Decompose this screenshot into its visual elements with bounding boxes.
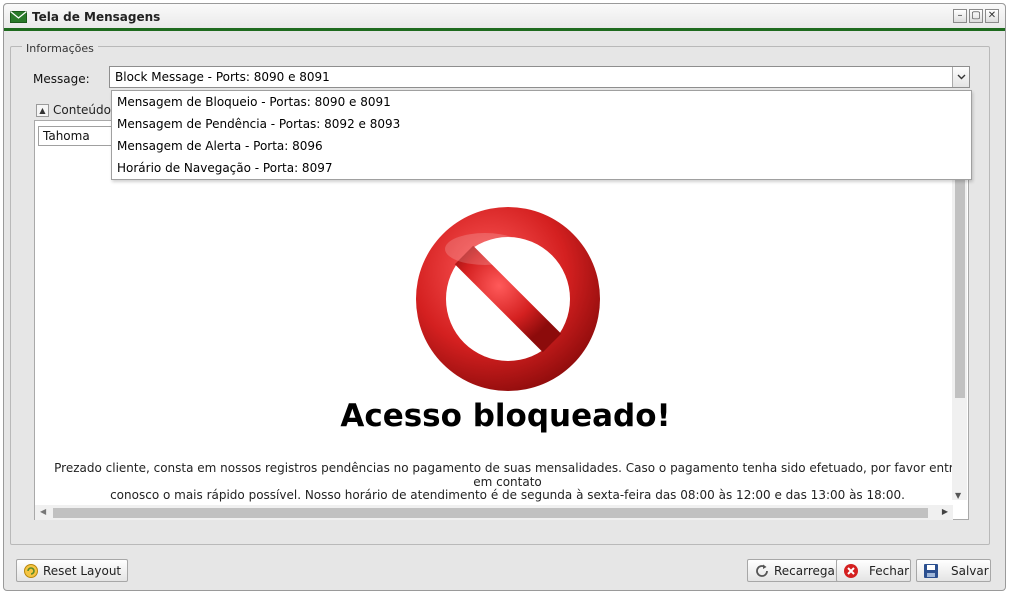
scroll-left-icon[interactable]: ◀	[40, 507, 46, 516]
message-dropdown-list: Mensagem de Bloqueio - Portas: 8090 e 80…	[111, 90, 972, 180]
close-label: Fechar	[869, 563, 910, 578]
dropdown-option-alert[interactable]: Mensagem de Alerta - Porta: 8096	[112, 135, 971, 157]
refresh-icon	[754, 563, 770, 579]
cancel-icon	[843, 563, 859, 579]
chevron-down-icon[interactable]	[952, 67, 969, 87]
font-family-select[interactable]: Tahoma	[38, 126, 118, 146]
info-legend: Informações	[22, 42, 98, 55]
horizontal-scrollbar[interactable]: ◀ ▶	[35, 505, 953, 520]
save-button[interactable]: Salvar	[916, 559, 991, 582]
message-select[interactable]: Block Message - Ports: 8090 e 8091	[109, 66, 970, 88]
collapse-toggle[interactable]: ▲	[36, 103, 49, 117]
notice-text-line1: Prezado cliente, consta em nossos regist…	[54, 461, 961, 489]
close-icon: ✕	[987, 10, 997, 21]
maximize-icon: ▢	[971, 10, 981, 21]
save-icon	[923, 563, 939, 579]
window-title: Tela de Mensagens	[32, 10, 161, 24]
content-header: ▲ Conteúdo	[36, 103, 111, 117]
notice-text-line2: conosco o mais rápido possível. Nosso ho…	[110, 488, 905, 502]
dropdown-option-pending[interactable]: Mensagem de Pendência - Portas: 8092 e 8…	[112, 113, 971, 135]
minimize-icon: –	[957, 10, 963, 21]
title-bar: Tela de Mensagens – ▢ ✕	[4, 4, 1005, 31]
dropdown-option-block[interactable]: Mensagem de Bloqueio - Portas: 8090 e 80…	[112, 91, 971, 113]
reset-layout-label: Reset Layout	[43, 563, 122, 578]
dropdown-option-schedule[interactable]: Horário de Navegação - Porta: 8097	[112, 157, 971, 179]
scroll-right-icon[interactable]: ▶	[942, 507, 948, 516]
message-select-value: Block Message - Ports: 8090 e 8091	[115, 70, 330, 84]
horizontal-scroll-thumb[interactable]	[53, 508, 928, 518]
minimize-button[interactable]: –	[953, 9, 967, 23]
stop-sign-icon	[416, 207, 600, 391]
reload-label: Recarregar	[774, 563, 840, 578]
reset-layout-button[interactable]: Reset Layout	[16, 559, 129, 582]
vertical-scroll-thumb[interactable]	[955, 176, 965, 398]
scroll-down-icon[interactable]: ▼	[955, 491, 961, 500]
maximize-button[interactable]: ▢	[969, 9, 983, 23]
chevron-up-icon: ▲	[39, 105, 46, 115]
close-window-button[interactable]: ✕	[985, 9, 999, 23]
save-label: Salvar	[951, 563, 989, 578]
content-title: Conteúdo	[53, 103, 111, 117]
page-heading: Acesso bloqueado!	[340, 398, 671, 434]
reset-icon	[23, 563, 39, 579]
envelope-icon	[10, 11, 27, 23]
vertical-scrollbar[interactable]: ▼	[952, 148, 967, 500]
close-button[interactable]: Fechar	[836, 559, 911, 582]
reload-button[interactable]: Recarregar	[747, 559, 847, 582]
message-label: Message:	[33, 72, 90, 86]
